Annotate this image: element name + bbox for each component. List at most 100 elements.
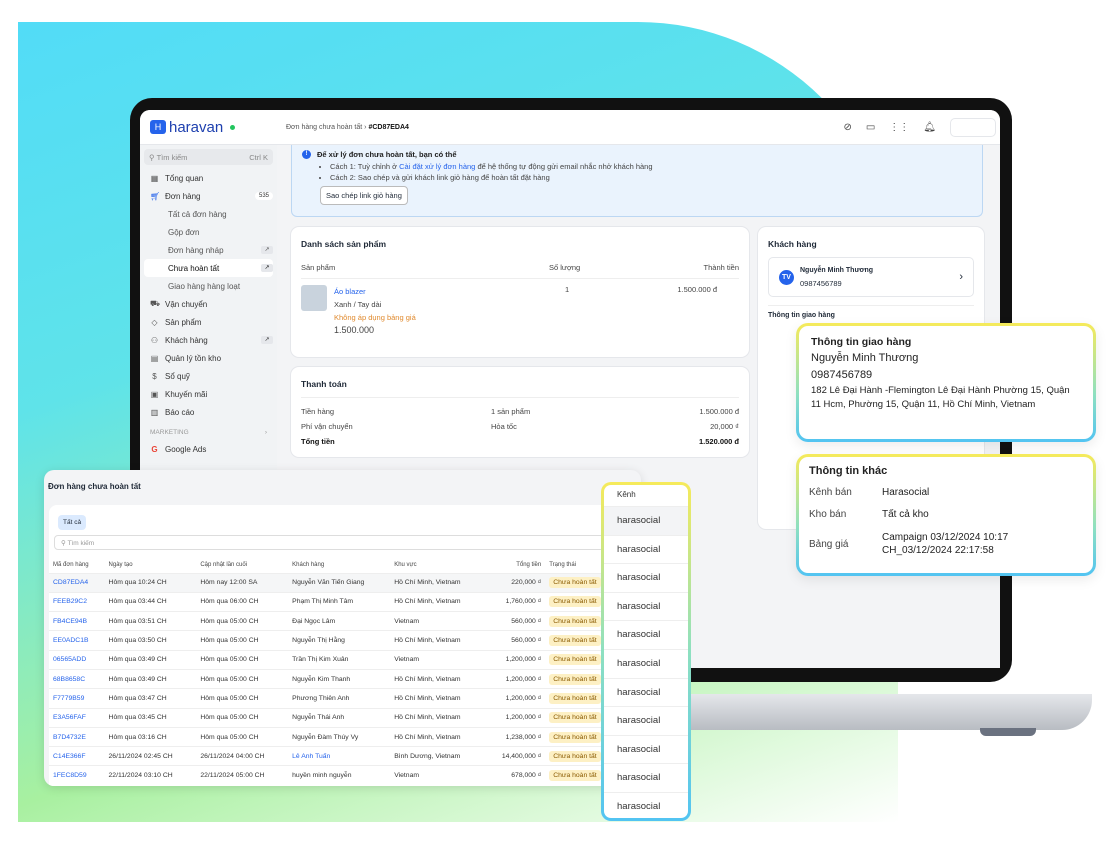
sidebar-item-merge-orders[interactable]: Gộp đơn (144, 223, 273, 241)
order-id[interactable]: FEEB29C2 (49, 591, 105, 612)
table-row[interactable]: FEEB29C2 Hôm qua 03:44 CH Hôm qua 06:00 CH… (49, 591, 641, 612)
marketing-section[interactable]: MARKETING › (144, 421, 273, 440)
copy-cart-link-button[interactable]: Sao chép link giỏ hàng (320, 186, 408, 205)
column-header[interactable]: Ngày tạo (105, 557, 197, 573)
column-header[interactable]: Cập nhật lần cuối (196, 557, 288, 573)
pricelist-label: Bảng giá (809, 538, 849, 550)
region: Vietnam (390, 765, 485, 786)
sidebar-item-cashbook[interactable]: $ Sổ quỹ (144, 367, 273, 385)
tab-all[interactable]: Tất cả (58, 515, 87, 530)
label: Báo cáo (165, 407, 195, 417)
updated-date: Hôm qua 05:00 CH (196, 668, 289, 689)
order-id[interactable]: CD87EDA4 (49, 572, 105, 593)
breadcrumb-parent[interactable]: Đơn hàng chưa hoàn tất (286, 124, 362, 131)
table-row[interactable]: 68B8658C Hôm qua 03:49 CH Hôm qua 05:00 CH… (49, 668, 641, 689)
sidebar-search[interactable]: ⚲ Tìm kiếm Ctrl K (144, 149, 273, 165)
sidebar-item-orders[interactable]: 🛒︎ Đơn hàng 535 (144, 187, 273, 205)
total: 1,200,000 ₫ (484, 668, 546, 689)
channel-value: harasocial (604, 536, 688, 565)
table-row[interactable]: CD87EDA4 Hôm qua 10:24 CH Hôm nay 12:00 SA… (49, 572, 641, 593)
chevron-right-icon: › (959, 271, 963, 283)
order-id[interactable]: 1FEC8D59 (49, 765, 105, 786)
sidebar-item-shipping[interactable]: ⛟ Vận chuyển (144, 295, 273, 313)
order-id[interactable]: E3A56FAF (49, 707, 105, 728)
table-row[interactable]: EE0ADC1B Hôm qua 03:50 CH Hôm qua 05:00 CH… (49, 630, 641, 651)
haravan-logo[interactable]: Hharavan (140, 119, 280, 136)
logo-text: haravan (169, 118, 224, 136)
users-icon: ⚇ (150, 335, 159, 345)
table-row[interactable]: B7D4732E Hôm qua 03:16 CH Hôm qua 05:00 CH… (49, 726, 641, 747)
table-row[interactable]: 06565ADD Hôm qua 03:49 CH Hôm qua 05:00 CH… (49, 649, 641, 670)
sidebar-item-promotions[interactable]: ▣ Khuyến mãi (144, 385, 273, 403)
sidebar-item-overview[interactable]: ▦ Tổng quan (144, 169, 273, 187)
table-row[interactable]: C14E366F 26/11/2024 02:45 CH 26/11/2024 04… (49, 746, 641, 766)
column-header[interactable]: Tổng tiền (485, 557, 545, 573)
total-value: 1.520.000 đ (698, 437, 739, 446)
status-badge: Chưa hoàn tất (549, 731, 601, 743)
sidebar-item-customers[interactable]: ⚇ Khách hàng ↗ (144, 331, 273, 349)
help-icon[interactable]: ⊘ (843, 122, 851, 133)
product-list-card: Danh sách sản phẩm Sản phẩm Số lượng Thà… (291, 227, 749, 357)
table-row[interactable]: 1FEC8D59 22/11/2024 03:10 CH 22/11/2024 05… (49, 765, 641, 786)
popup-title: Thông tin giao hàng (811, 336, 912, 348)
column-header[interactable]: Khu vực (390, 557, 485, 573)
region: Hồ Chí Minh, Vietnam (390, 707, 485, 728)
channel-value: harasocial (604, 793, 688, 818)
sidebar-item-bulk-shipping[interactable]: Giao hàng hàng loạt (144, 277, 273, 295)
table-row[interactable]: F7779B59 Hôm qua 03:47 CH Hôm qua 05:00 CH… (49, 688, 641, 709)
open-tab-icon[interactable]: ↗ (261, 336, 273, 344)
sidebar-item-draft-orders[interactable]: Đơn hàng nháp ↗ (144, 241, 273, 259)
total: 560,000 ₫ (484, 630, 546, 651)
settings-link[interactable]: Cài đặt xử lý đơn hàng (399, 162, 475, 171)
customer-row[interactable]: TV Nguyễn Minh Thương 0987456789 › (768, 257, 974, 297)
column-header[interactable]: Mã đơn hàng (49, 557, 105, 573)
created-date: Hôm qua 03:45 CH (104, 707, 197, 728)
feedback-icon[interactable]: ▭ (866, 122, 875, 133)
order-id[interactable]: FB4CE94B (49, 611, 105, 631)
sidebar-item-incomplete[interactable]: Chưa hoàn tất ↗ (144, 259, 273, 277)
open-tab-icon[interactable]: ↗ (261, 246, 273, 254)
table-row[interactable]: FB4CE94B Hôm qua 03:51 CH Hôm qua 05:00 CH… (49, 611, 641, 631)
open-tab-icon[interactable]: ↗ (261, 264, 273, 272)
gift-icon: ▣ (150, 389, 159, 399)
region: Hồ Chí Minh, Vietnam (390, 726, 485, 747)
warehouse-label: Kho bán (809, 509, 847, 520)
status-badge: Chưa hoàn tất (549, 712, 601, 724)
sidebar-item-all-orders[interactable]: Tất cả đơn hàng (144, 205, 273, 223)
order-id[interactable]: F7779B59 (49, 688, 105, 709)
region: Hồ Chí Minh, Vietnam (390, 572, 485, 593)
customer-name: Phương Thiên Anh (288, 688, 391, 709)
apps-grid-icon[interactable]: ⋮⋮ (889, 122, 909, 133)
label: Sản phẩm (165, 317, 202, 327)
info-icon: ! (302, 150, 311, 159)
laptop-base (640, 694, 1092, 730)
panel-title: Đơn hàng chưa hoàn tất (48, 482, 141, 491)
truck-icon: ⛟ (150, 299, 161, 308)
sidebar-item-inventory[interactable]: ▤ Quản lý tồn kho (144, 349, 273, 367)
table-row[interactable]: E3A56FAF Hôm qua 03:45 CH Hôm qua 05:00 CH… (49, 707, 641, 728)
order-id[interactable]: B7D4732E (49, 726, 105, 747)
card-title: Thanh toán (301, 367, 739, 398)
channel-value: harasocial (604, 593, 688, 622)
col-product: Sản phẩm (301, 263, 336, 272)
order-id[interactable]: EE0ADC1B (49, 630, 105, 651)
column-header[interactable]: Khách hàng (288, 557, 390, 573)
sidebar-item-products[interactable]: ◇ Sản phẩm (144, 313, 273, 331)
label: Đơn hàng nháp (168, 245, 224, 255)
order-id[interactable]: 68B8658C (49, 668, 105, 689)
created-date: Hôm qua 03:49 CH (104, 668, 197, 689)
customer-name[interactable]: Lê Anh Tuấn (288, 746, 391, 766)
sidebar-item-reports[interactable]: ▥ Báo cáo (144, 403, 273, 421)
banner-step-2: Cách 2: Sao chép và gửi khách link giỏ h… (330, 172, 972, 183)
banner-title: Để xử lý đơn chưa hoàn tất, bạn có thể (317, 150, 457, 159)
product-name-link[interactable]: Áo blazer (334, 285, 549, 298)
customer-name: huyền minh nguyễn (288, 765, 391, 786)
shipping-fee-value: 20,000 ₫ (710, 422, 739, 431)
region: Vietnam (390, 649, 485, 670)
header-account-box[interactable] (950, 117, 996, 137)
bell-icon[interactable]: 🔔︎ (923, 122, 936, 133)
sidebar-item-google-ads[interactable]: G Google Ads (144, 440, 273, 458)
order-id[interactable]: C14E366F (49, 746, 105, 766)
order-id[interactable]: 06565ADD (49, 649, 105, 670)
orders-search-input[interactable]: ⚲ Tìm kiếm (54, 535, 641, 550)
